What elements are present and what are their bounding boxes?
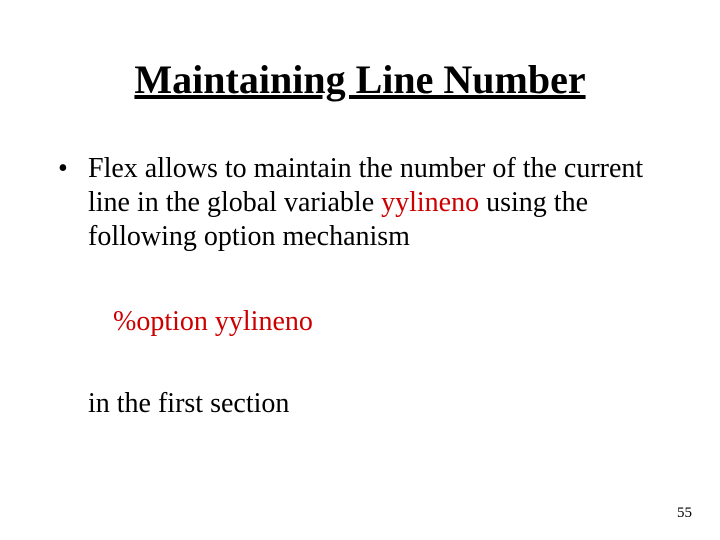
option-argument: yylineno	[215, 306, 313, 337]
slide: Maintaining Line Number • Flex allows to…	[0, 0, 720, 540]
closing-text: in the first section	[88, 388, 289, 420]
variable-name: yylineno	[381, 187, 479, 218]
bullet-item: • Flex allows to maintain the number of …	[56, 152, 668, 254]
bullet-text: Flex allows to maintain the number of th…	[88, 152, 668, 254]
option-directive-line: %option yylineno	[113, 306, 313, 338]
slide-title: Maintaining Line Number	[0, 56, 720, 103]
bullet-marker: •	[56, 152, 88, 186]
option-directive: %option	[113, 306, 215, 337]
page-number: 55	[677, 505, 692, 522]
